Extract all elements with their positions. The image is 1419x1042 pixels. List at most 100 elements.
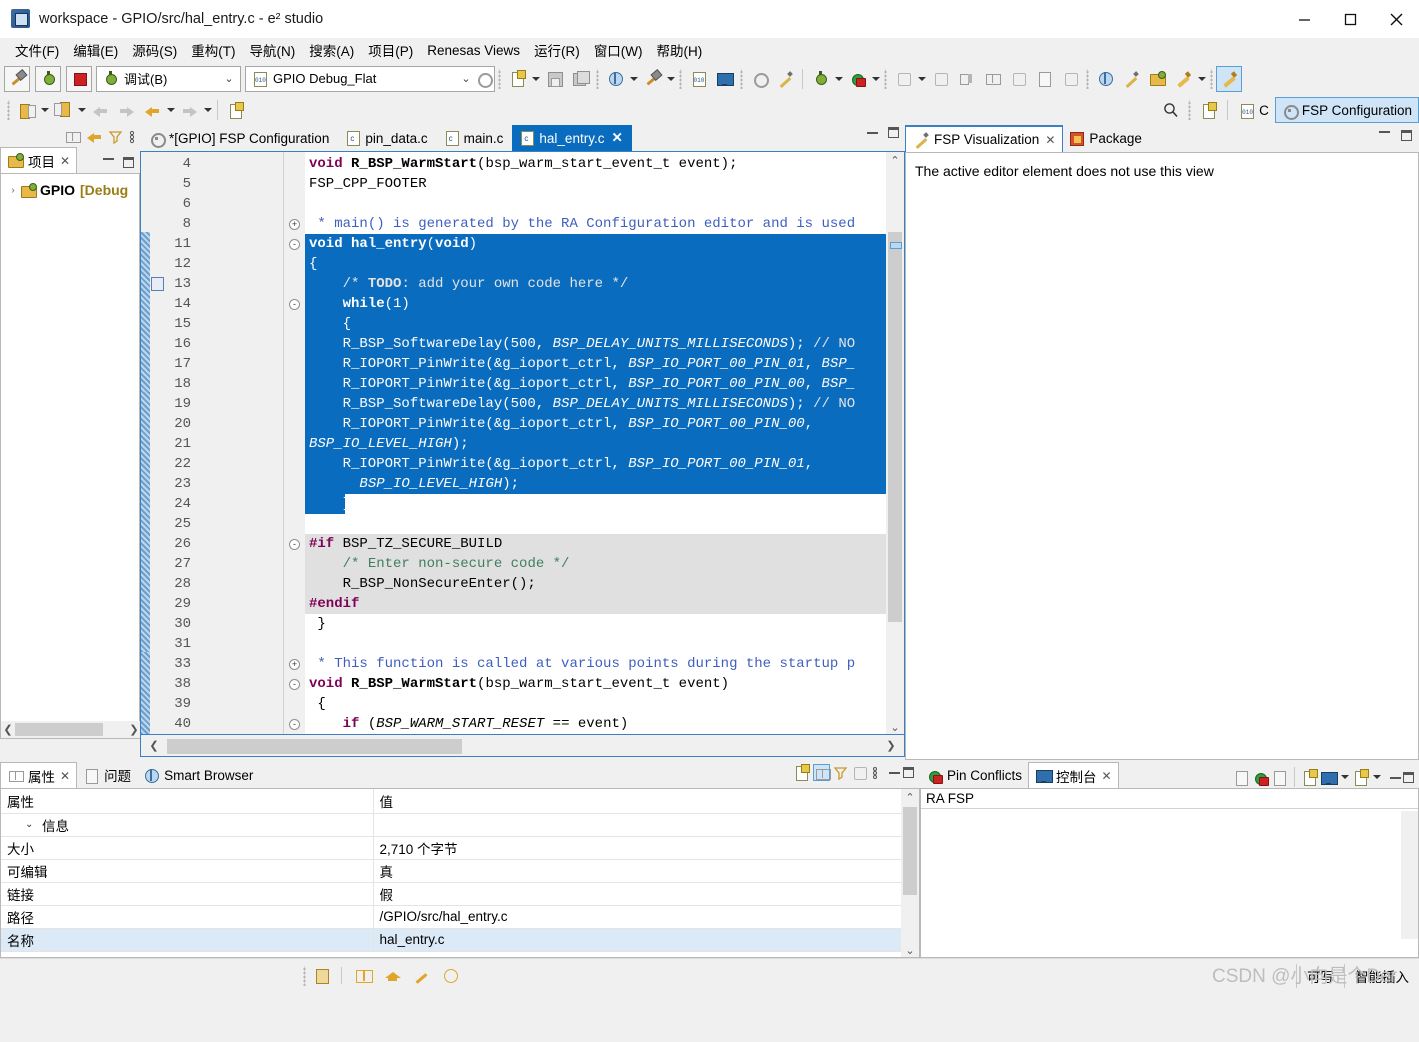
maximize-button[interactable]: [1327, 0, 1373, 38]
maximize-icon[interactable]: [123, 157, 134, 168]
globe-dropdown[interactable]: [628, 66, 639, 92]
fold-collapse-icon[interactable]: -: [289, 719, 300, 730]
new-file-button[interactable]: [504, 66, 530, 92]
writable-mode-icon[interactable]: [313, 967, 330, 984]
code-line[interactable]: R_IOPORT_PinWrite(&g_ioport_ctrl, BSP_IO…: [305, 354, 904, 374]
scroll-right-icon[interactable]: ❯: [127, 722, 141, 737]
close-icon[interactable]: ✕: [1045, 133, 1055, 147]
maximize-icon[interactable]: [1401, 130, 1412, 141]
maximize-icon[interactable]: [888, 127, 899, 138]
brush-button[interactable]: [1170, 66, 1196, 92]
import-down-dropdown[interactable]: [39, 97, 50, 123]
hscroll-thumb[interactable]: [15, 723, 103, 736]
menu-run[interactable]: 运行(R): [527, 38, 587, 62]
menu-refactor[interactable]: 重构(T): [184, 38, 242, 62]
minimize-button[interactable]: [1281, 0, 1327, 38]
vscroll-thumb[interactable]: [903, 807, 917, 895]
code-line[interactable]: R_BSP_NonSecureEnter();: [305, 574, 904, 594]
minimize-icon[interactable]: [867, 131, 878, 134]
code-editor[interactable]: 4 5 6 8 11 12 13 14 15 16 17 18 19 20 21 22 23 24 25 26 27 28…: [140, 151, 905, 735]
tab-hal-entry-c[interactable]: hal_entry.c ✕: [512, 125, 632, 151]
maximize-icon[interactable]: [1403, 771, 1414, 783]
stop-button[interactable]: [66, 65, 92, 92]
code-line[interactable]: #if BSP_TZ_SECURE_BUILD: [305, 534, 904, 554]
search-button[interactable]: [1157, 97, 1185, 123]
export-up-button[interactable]: [50, 97, 76, 123]
debug-as-dropdown[interactable]: [833, 66, 844, 92]
code-line[interactable]: [305, 194, 904, 214]
console-output[interactable]: RA FSP: [920, 788, 1419, 958]
minimize-icon[interactable]: [1379, 130, 1390, 133]
scroll-right-icon[interactable]: ❯: [878, 738, 904, 753]
code-line[interactable]: R_IOPORT_PinWrite(&g_ioport_ctrl, BSP_IO…: [305, 414, 904, 434]
code-line[interactable]: {: [305, 314, 904, 334]
filter-icon[interactable]: [833, 765, 848, 780]
globe-button[interactable]: [602, 66, 628, 92]
menu-window[interactable]: 窗口(W): [587, 38, 650, 62]
back-dropdown[interactable]: [165, 97, 176, 123]
save-button[interactable]: [541, 66, 567, 92]
code-line[interactable]: void hal_entry(void): [305, 234, 904, 254]
editor-vscrollbar[interactable]: ⌃ ⌄: [886, 152, 904, 734]
fold-collapse-icon[interactable]: -: [289, 299, 300, 310]
highlight-button[interactable]: [1216, 65, 1242, 92]
table-group-row[interactable]: ⌄ 信息: [1, 813, 919, 837]
scroll-left-icon[interactable]: ❮: [141, 738, 167, 753]
perspective-c[interactable]: C: [1232, 97, 1275, 123]
tab-pin-conflicts[interactable]: Pin Conflicts: [920, 762, 1028, 788]
smiley-icon[interactable]: [442, 967, 459, 984]
close-icon[interactable]: ✕: [1102, 769, 1112, 783]
menu-file[interactable]: 文件(F): [8, 38, 66, 62]
new-console-dropdown[interactable]: [1371, 764, 1382, 790]
code-line[interactable]: * This function is called at various poi…: [305, 654, 904, 674]
minimize-icon[interactable]: [1390, 776, 1401, 779]
table-row[interactable]: 可编辑 真: [1, 859, 919, 883]
debug-button[interactable]: [35, 65, 61, 92]
tab-package[interactable]: Package: [1063, 125, 1149, 152]
code-line[interactable]: void R_BSP_WarmStart(bsp_warm_start_even…: [305, 674, 904, 694]
menu-help[interactable]: 帮助(H): [650, 38, 710, 62]
tab-main-c[interactable]: main.c: [437, 125, 513, 151]
globe2-button[interactable]: [1092, 66, 1118, 92]
scroll-left-icon[interactable]: ❮: [1, 722, 15, 737]
close-button[interactable]: [1373, 0, 1419, 38]
lock-scroll-icon[interactable]: [1252, 769, 1269, 786]
close-icon[interactable]: ✕: [60, 154, 70, 168]
menu-source[interactable]: 源码(S): [125, 38, 184, 62]
tab-properties[interactable]: 属性 ✕: [0, 762, 78, 788]
hscroll-track[interactable]: [167, 738, 878, 754]
build-button[interactable]: [4, 65, 30, 92]
code-line[interactable]: R_BSP_SoftwareDelay(500, BSP_DELAY_UNITS…: [305, 394, 904, 414]
code-line[interactable]: * main() is generated by the RA Configur…: [305, 214, 904, 234]
tab-fsp-configuration[interactable]: *[GPIO] FSP Configuration: [140, 125, 338, 151]
menu-renesas-views[interactable]: Renesas Views: [420, 41, 527, 60]
code-line[interactable]: {: [305, 694, 904, 714]
tree-item-gpio[interactable]: › GPIO [Debug: [1, 179, 139, 201]
chevron-down-icon[interactable]: ⌄: [25, 819, 38, 830]
code-line[interactable]: R_BSP_SoftwareDelay(500, BSP_DELAY_UNITS…: [305, 334, 904, 354]
menu-navigate[interactable]: 导航(N): [243, 38, 303, 62]
view-menu-icon[interactable]: [128, 129, 136, 144]
minimize-icon[interactable]: [103, 157, 114, 160]
code-line[interactable]: }: [305, 614, 904, 634]
debug-lock-button[interactable]: [844, 66, 870, 92]
pin-console-icon[interactable]: [1301, 768, 1318, 786]
open-perspective-button[interactable]: [1194, 97, 1223, 123]
fold-expand-icon[interactable]: +: [289, 659, 300, 670]
wand-icon[interactable]: [413, 967, 430, 984]
build-dropdown[interactable]: [665, 66, 676, 92]
scroll-up-icon[interactable]: ⌃: [886, 152, 904, 169]
console-vscrollbar[interactable]: [1401, 811, 1418, 939]
tab-pin-data-c[interactable]: pin_data.c: [338, 125, 436, 151]
open-folder-button[interactable]: [1144, 66, 1170, 92]
project-explorer-hscrollbar[interactable]: ❮ ❯: [1, 721, 141, 738]
code-line[interactable]: /* TODO: add your own code here */: [305, 274, 904, 294]
fold-collapse-icon[interactable]: -: [289, 539, 300, 550]
restore-icon[interactable]: [851, 764, 868, 781]
close-icon[interactable]: ✕: [60, 769, 70, 783]
launch-config-combo[interactable]: GPIO Debug_Flat ⌄: [245, 65, 495, 92]
debug-as-button[interactable]: [807, 66, 833, 92]
hscroll-thumb[interactable]: [167, 739, 462, 754]
clear-console-icon[interactable]: [1233, 769, 1250, 786]
new-window-button[interactable]: [222, 97, 248, 123]
